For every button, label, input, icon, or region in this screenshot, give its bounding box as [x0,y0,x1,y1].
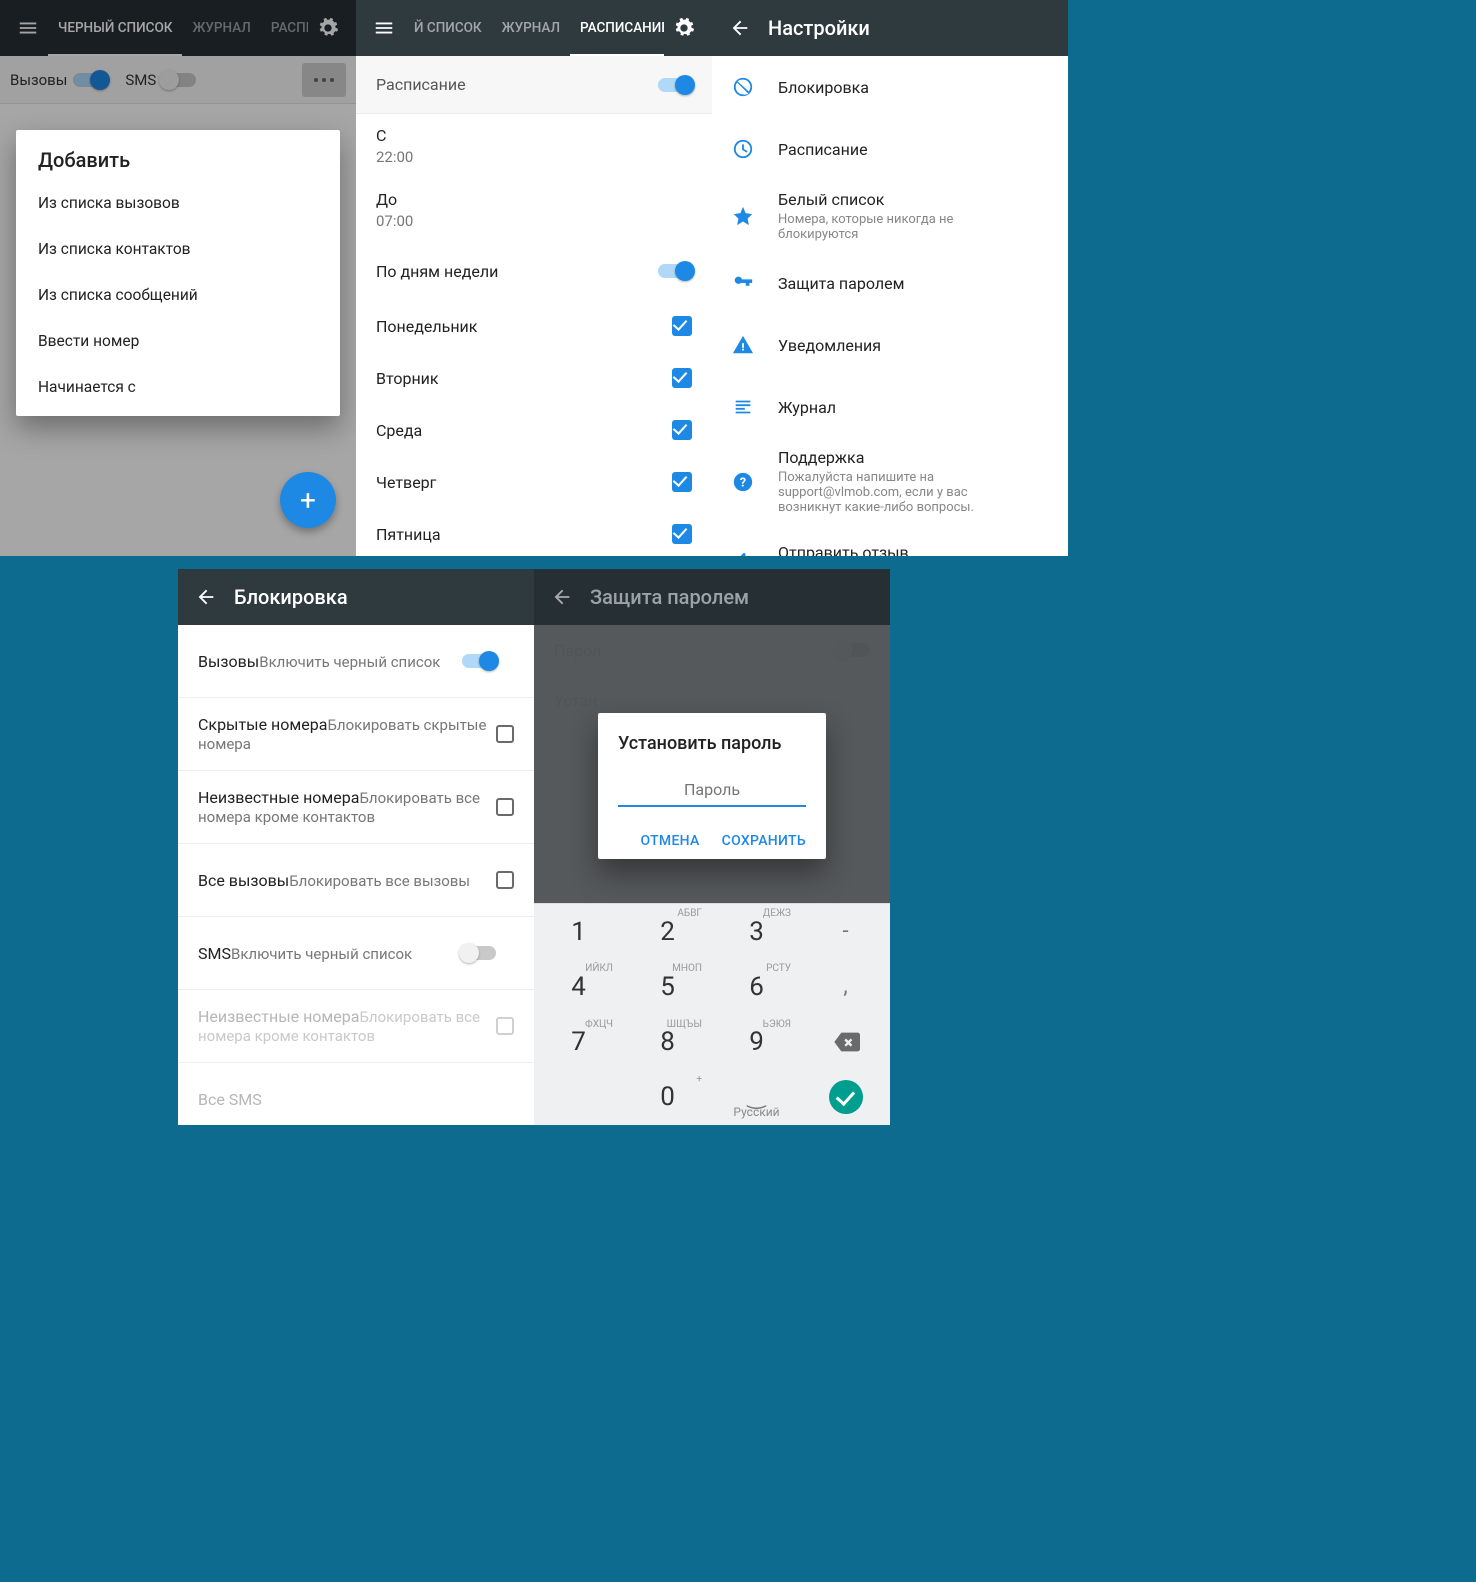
star-icon [730,205,756,227]
checkbox-icon[interactable] [496,1017,514,1035]
thumb-icon [730,550,756,556]
blocking-row[interactable]: Все SMS [178,1063,534,1125]
settings-whitelist[interactable]: Белый списокНомера, которые никогда не б… [712,180,1068,252]
numeric-keyboard: 12АБВГ3ДЕЖЗ- 4ИЙКЛ5МНОП6РСТУ, 7ФХЦЧ8ШЩЪЫ9Ь… [534,903,890,1125]
key-9[interactable]: 9ЬЭЮЯ [712,1015,801,1070]
schedule-switch[interactable] [658,78,692,92]
gear-icon[interactable] [664,8,704,48]
checkbox-icon[interactable] [496,798,514,816]
add-dialog: Добавить Из списка вызовов Из списка кон… [16,130,340,416]
list-icon [730,396,756,418]
screen-schedule: Й СПИСОК ЖУРНАЛ РАСПИСАНИЕ Расписание С … [356,0,712,556]
add-from-messages[interactable]: Из списка сообщений [20,272,336,318]
checkbox-icon[interactable] [672,524,692,544]
warning-icon [730,334,756,356]
tab-journal[interactable]: ЖУРНАЛ [492,0,570,56]
password-input[interactable] [618,776,806,807]
settings-journal[interactable]: Журнал [712,376,1068,438]
add-enter-number[interactable]: Ввести номер [20,318,336,364]
toolbar: Блокировка [178,569,534,625]
page-title: Защита паролем [590,585,882,609]
checkbox-icon[interactable] [496,725,514,743]
day-wednesday[interactable]: Среда [356,404,712,456]
from-row[interactable]: С 22:00 [356,114,712,178]
clock-icon [730,138,756,160]
key-backspace[interactable] [801,1015,890,1070]
key-blank[interactable] [534,1070,623,1125]
schedule-master-row[interactable]: Расписание [356,56,712,114]
to-row[interactable]: До 07:00 [356,178,712,242]
key-icon [730,272,756,294]
key-punct[interactable]: - [801,904,890,959]
page-title: Блокировка [234,585,526,609]
save-button[interactable]: СОХРАНИТЬ [722,833,806,849]
checkbox-icon[interactable] [672,472,692,492]
settings-support[interactable]: ?ПоддержкаПожалуйста напишите на support… [712,438,1068,525]
blocking-row[interactable]: Неизвестные номераБлокировать все номера… [178,771,534,843]
key-punct[interactable]: , [801,959,890,1014]
day-friday[interactable]: Пятница [356,508,712,556]
key-4[interactable]: 4ИЙКЛ [534,959,623,1014]
checkbox-icon[interactable] [496,871,514,889]
svg-text:?: ? [740,475,746,490]
cancel-button[interactable]: ОТМЕНА [640,833,699,849]
blocking-row[interactable]: Скрытые номераБлокировать скрытые номера [178,698,534,770]
switch[interactable] [462,946,496,960]
toolbar: Й СПИСОК ЖУРНАЛ РАСПИСАНИЕ [356,0,712,56]
key-8[interactable]: 8ШЩЪЫ [623,1015,712,1070]
screen-blocking: Блокировка ВызовыВключить черный списокС… [178,569,534,1125]
schedule-label: Расписание [376,75,466,94]
add-starts-with[interactable]: Начинается с [20,364,336,410]
back-icon[interactable] [720,8,760,48]
switch[interactable] [462,654,496,668]
byday-row[interactable]: По дням недели [356,242,712,300]
tab-blacklist[interactable]: Й СПИСОК [404,0,492,56]
add-from-calls[interactable]: Из списка вызовов [20,180,336,226]
page-title: Настройки [768,16,1060,40]
settings-blocking[interactable]: Блокировка [712,56,1068,118]
back-icon[interactable] [186,577,226,617]
blocking-row[interactable]: Все вызовыБлокировать все вызовы [178,844,534,916]
block-icon [730,76,756,98]
day-tuesday[interactable]: Вторник [356,352,712,404]
settings-notifications[interactable]: Уведомления [712,314,1068,376]
key-6[interactable]: 6РСТУ [712,959,801,1014]
password-dialog: Установить пароль ОТМЕНА СОХРАНИТЬ [598,713,826,859]
dialog-title: Установить пароль [618,733,806,754]
blocking-row[interactable]: ВызовыВключить черный список [178,625,534,697]
key-1[interactable]: 1 [534,904,623,959]
checkbox-icon[interactable] [672,420,692,440]
menu-icon[interactable] [364,8,404,48]
key-5[interactable]: 5МНОП [623,959,712,1014]
key-7[interactable]: 7ФХЦЧ [534,1015,623,1070]
blocking-row[interactable]: Неизвестные номераБлокировать все номера… [178,990,534,1062]
fab-add[interactable]: + [280,472,336,528]
key-language[interactable]: ‿Русский [712,1070,801,1125]
settings-schedule[interactable]: Расписание [712,118,1068,180]
settings-feedback[interactable]: Отправить отзывВам нравится это приложен… [712,525,1068,556]
toolbar: Защита паролем [534,569,890,625]
screen-settings: Настройки Блокировка Расписание Белый сп… [712,0,1068,556]
key-3[interactable]: 3ДЕЖЗ [712,904,801,959]
help-icon: ? [730,471,756,493]
back-icon[interactable] [542,577,582,617]
tab-schedule[interactable]: РАСПИСАНИЕ [570,0,664,56]
key-done[interactable] [801,1070,890,1125]
day-monday[interactable]: Понедельник [356,300,712,352]
screen-password: Защита паролем Парол Устан Установить па… [534,569,890,1125]
checkbox-icon[interactable] [672,368,692,388]
dialog-title: Добавить [20,148,336,180]
blocking-row[interactable]: SMSВключить черный список [178,917,534,989]
add-from-contacts[interactable]: Из списка контактов [20,226,336,272]
byday-switch[interactable] [658,264,692,278]
day-thursday[interactable]: Четверг [356,456,712,508]
screen-blacklist-add: ЧЕРНЫЙ СПИСОК ЖУРНАЛ РАСПИ Вызовы SMS + … [0,0,356,556]
key-0[interactable]: 0+ [623,1070,712,1125]
settings-password[interactable]: Защита паролем [712,252,1068,314]
checkbox-icon[interactable] [672,316,692,336]
key-2[interactable]: 2АБВГ [623,904,712,959]
toolbar: Настройки [712,0,1068,56]
